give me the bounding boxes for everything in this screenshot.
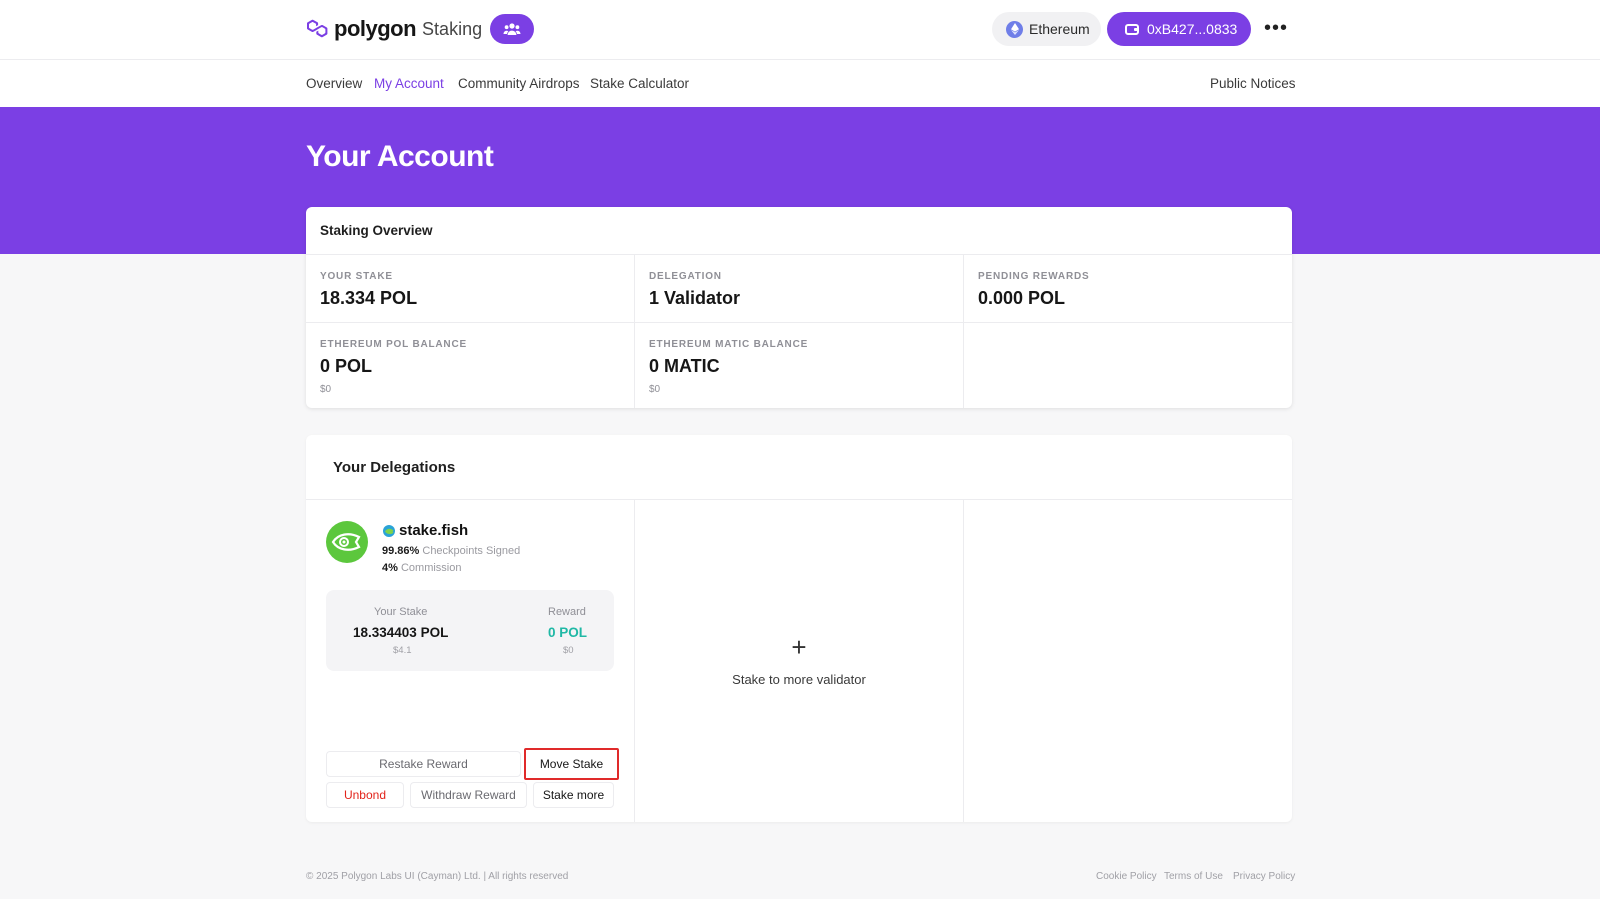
main-nav: Overview My Account Community Airdrops S… <box>0 60 1600 107</box>
stat-ethereum-matic-balance: ETHEREUM MATIC BALANCE 0 MATIC $0 <box>635 323 964 408</box>
delegations-title: Your Delegations <box>306 435 1292 500</box>
stake-to-more-validator-label[interactable]: Stake to more validator <box>635 672 963 687</box>
commission-value: 4% <box>382 562 398 574</box>
wallet-address-button[interactable]: 0xB427...0833 <box>1107 12 1251 46</box>
commission-label: Commission <box>400 562 462 574</box>
stat-label: PENDING REWARDS <box>978 271 1090 282</box>
add-validator-card[interactable]: + Stake to more validator <box>635 500 964 822</box>
your-stake-usd: $4.1 <box>393 645 412 656</box>
brand-logo[interactable]: polygon Staking <box>305 14 535 44</box>
stat-value: 0.000 POL <box>978 288 1066 308</box>
reward-label: Reward <box>548 606 586 618</box>
unbond-button[interactable]: Unbond <box>326 782 404 808</box>
stat-value: 0 POL <box>320 356 373 376</box>
stake-summary-box: Your Stake 18.334403 POL $4.1 Reward 0 P… <box>326 590 614 671</box>
stat-usd-value: $0 <box>320 384 332 395</box>
wallet-address: 0xB427...0833 <box>1147 21 1238 37</box>
reward-usd: $0 <box>563 645 574 656</box>
nav-my-account[interactable]: My Account <box>374 76 444 91</box>
your-stake-value: 18.334403 POL <box>353 625 449 640</box>
polygon-logo-icon <box>307 19 328 38</box>
stat-label: YOUR STAKE <box>320 271 393 282</box>
plus-icon[interactable]: + <box>635 632 963 663</box>
stat-pending-rewards: PENDING REWARDS 0.000 POL <box>964 255 1292 323</box>
stat-value: 0 MATIC <box>649 356 720 376</box>
checkpoints-label: Checkpoints Signed <box>422 545 521 557</box>
nav-community-airdrops[interactable]: Community Airdrops <box>458 76 580 91</box>
page-title: Your Account <box>306 140 494 173</box>
nav-overview[interactable]: Overview <box>306 76 362 91</box>
stake-more-button[interactable]: Stake more <box>533 782 614 808</box>
community-button[interactable] <box>490 14 535 44</box>
footer-terms-of-use[interactable]: Terms of Use <box>1164 871 1223 882</box>
wallet-icon <box>1125 23 1139 35</box>
stat-delegation: DELEGATION 1 Validator <box>635 255 964 323</box>
community-icon <box>503 23 521 35</box>
nav-public-notices[interactable]: Public Notices <box>1210 76 1296 91</box>
stat-value: 1 Validator <box>649 288 741 308</box>
withdraw-reward-button[interactable]: Withdraw Reward <box>410 782 527 808</box>
stat-value: 18.334 POL <box>320 288 418 308</box>
reward-value: 0 POL <box>548 625 588 640</box>
stat-usd-value: $0 <box>649 384 661 395</box>
stat-label: ETHEREUM MATIC BALANCE <box>649 339 809 350</box>
validator-name-row: stake.fish <box>382 522 468 539</box>
checkpoints-value: 99.86% <box>382 545 420 557</box>
brand-name: polygon <box>334 16 417 41</box>
footer-cookie-policy[interactable]: Cookie Policy <box>1096 871 1157 882</box>
validator-card: stake.fish 99.86% Checkpoints Signed 4% … <box>306 500 635 822</box>
staking-overview-card: Staking Overview YOUR STAKE 18.334 POL D… <box>306 207 1292 408</box>
stat-ethereum-pol-balance: ETHEREUM POL BALANCE 0 POL $0 <box>306 323 635 408</box>
your-stake-label: Your Stake <box>374 606 428 618</box>
footer-copyright: © 2025 Polygon Labs UI (Cayman) Ltd. | A… <box>306 871 569 882</box>
validator-commission: 4% Commission <box>382 562 461 574</box>
stat-label: DELEGATION <box>649 271 722 282</box>
staking-overview-title: Staking Overview <box>306 207 1292 255</box>
stat-your-stake: YOUR STAKE 18.334 POL <box>306 255 635 323</box>
move-stake-button[interactable]: Move Stake <box>524 748 619 780</box>
stake-fish-avatar <box>326 521 368 563</box>
network-label: Ethereum <box>1029 21 1090 37</box>
product-name: Staking <box>422 18 483 39</box>
top-header: polygon Staking Ethereum 0xB427...0833 •… <box>0 0 1600 60</box>
empty-delegation-slot <box>964 500 1292 822</box>
delegations-card: Your Delegations stake.fish 99.86% Check… <box>306 435 1292 822</box>
validator-name[interactable]: stake.fish <box>399 522 468 539</box>
validator-checkpoints: 99.86% Checkpoints Signed <box>382 545 520 557</box>
stat-label: ETHEREUM POL BALANCE <box>320 339 467 350</box>
network-selector[interactable]: Ethereum <box>992 12 1101 46</box>
footer-privacy-policy[interactable]: Privacy Policy <box>1233 871 1295 882</box>
nav-stake-calculator[interactable]: Stake Calculator <box>590 76 689 91</box>
ethereum-icon <box>1006 20 1023 38</box>
more-menu-icon[interactable]: ••• <box>1264 16 1288 40</box>
restake-reward-button[interactable]: Restake Reward <box>326 751 521 777</box>
validator-badge-icon <box>383 524 395 537</box>
